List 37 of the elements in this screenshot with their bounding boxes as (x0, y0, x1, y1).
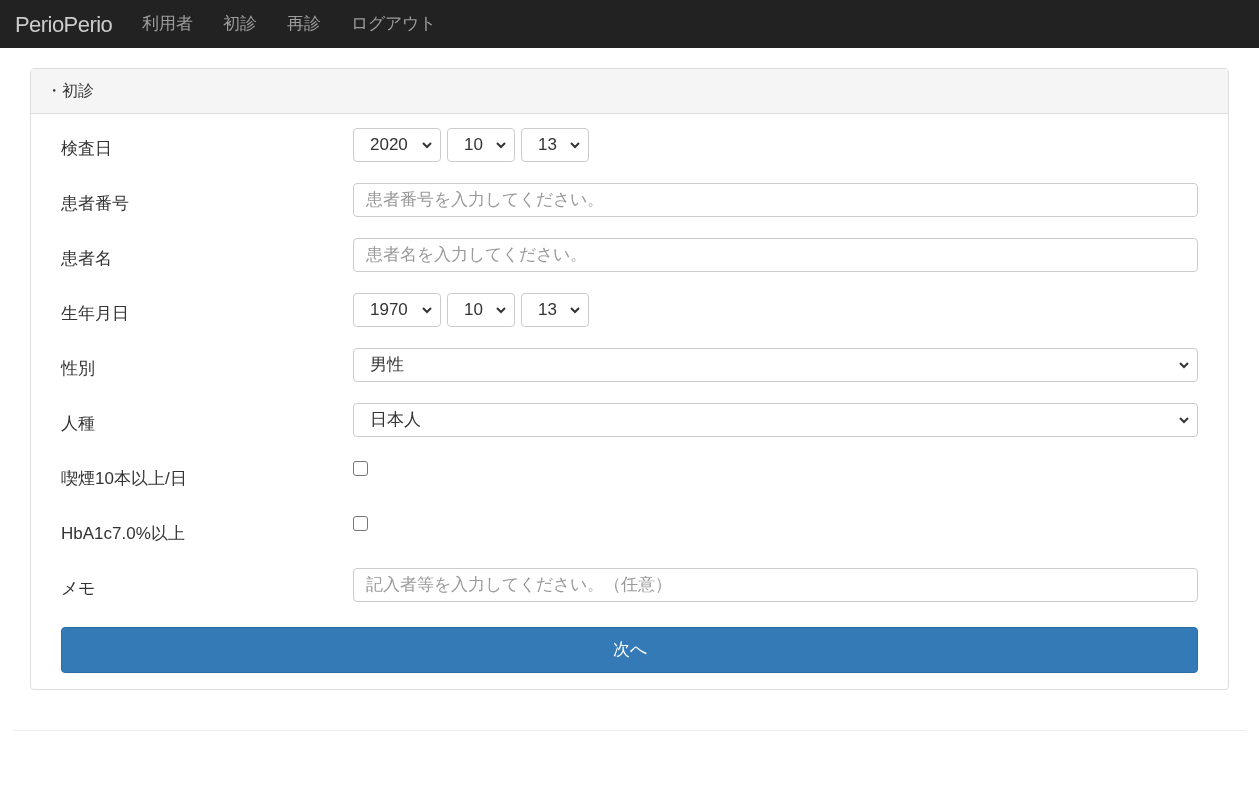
chevron-down-icon (1179, 416, 1189, 424)
input-field[interactable]: 患者番号を入力してください。 (353, 183, 1198, 217)
dropdown[interactable]: 日本人 (353, 403, 1198, 437)
panel-title: ・初診 (46, 81, 94, 101)
chevron-down-icon (496, 306, 506, 314)
chevron-down-icon (422, 306, 432, 314)
field-label: 検査日 (61, 138, 113, 160)
dropdown[interactable]: 13 (521, 293, 589, 327)
checkbox[interactable] (353, 461, 368, 476)
nav-link[interactable]: 初診 (223, 11, 258, 37)
field-label: HbA1c7.0%以上 (61, 523, 186, 545)
dropdown[interactable]: 10 (447, 128, 515, 162)
field-label: 患者名 (61, 248, 113, 270)
chevron-down-icon (1179, 361, 1189, 369)
input-field[interactable]: 患者名を入力してください。 (353, 238, 1198, 272)
nav-link[interactable]: ログアウト (351, 11, 437, 37)
field-label: 患者番号 (61, 193, 130, 215)
field-label: メモ (61, 578, 96, 600)
nav-link[interactable]: 利用者 (142, 11, 194, 37)
brand-logo[interactable]: PerioPerio (15, 7, 113, 41)
chevron-down-icon (570, 306, 580, 314)
field-label: 性別 (61, 358, 96, 380)
field-label: 生年月日 (61, 303, 130, 325)
dropdown[interactable]: 10 (447, 293, 515, 327)
next-button[interactable]: 次へ (61, 627, 1198, 673)
dropdown[interactable]: 13 (521, 128, 589, 162)
chevron-down-icon (496, 141, 506, 149)
dropdown[interactable]: 1970 (353, 293, 441, 327)
input-field[interactable]: 記入者等を入力してください。（任意） (353, 568, 1198, 602)
dropdown[interactable]: 男性 (353, 348, 1198, 382)
field-label: 喫煙10本以上/日 (61, 468, 188, 490)
chevron-down-icon (570, 141, 580, 149)
field-label: 人種 (61, 413, 96, 435)
chevron-down-icon (422, 141, 432, 149)
checkbox[interactable] (353, 516, 368, 531)
nav-link[interactable]: 再診 (287, 11, 322, 37)
dropdown[interactable]: 2020 (353, 128, 441, 162)
